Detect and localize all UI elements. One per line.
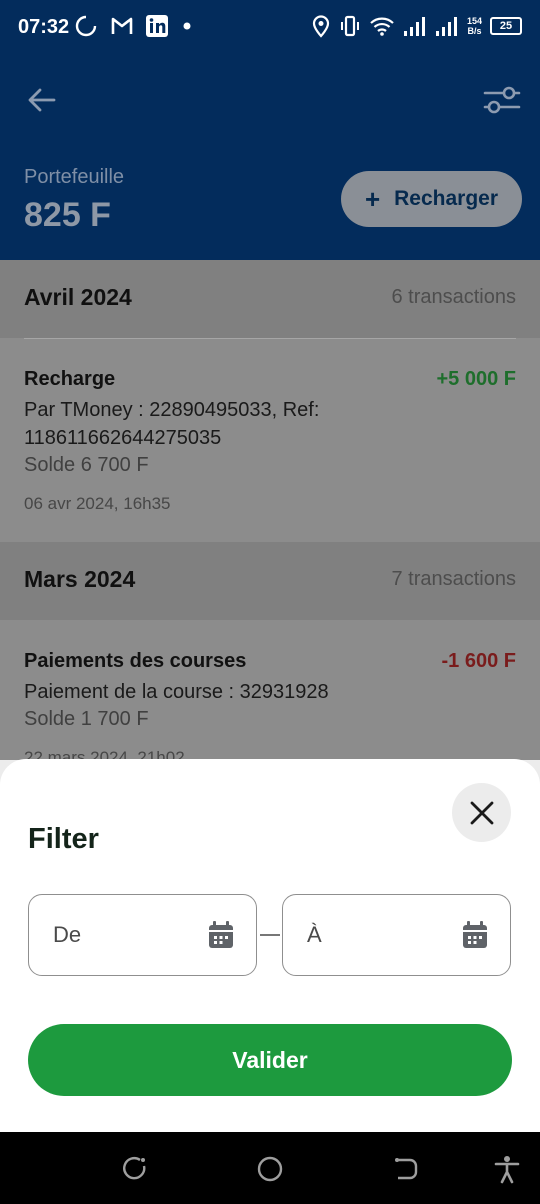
system-nav-bar: [0, 1132, 540, 1204]
transaction-date: 06 avr 2024, 16h35: [24, 494, 171, 513]
wifi-icon: [370, 17, 394, 36]
date-to-field[interactable]: À: [282, 894, 511, 976]
linkedin-icon: [146, 15, 168, 37]
month-title: Mars 2024: [24, 566, 136, 592]
location-icon: [312, 15, 330, 38]
divider: [24, 338, 516, 339]
back-nav-icon[interactable]: [390, 1154, 420, 1184]
filter-sheet: Filter De À Valider: [0, 759, 540, 1132]
status-icons-left: [74, 14, 194, 38]
transaction-description: Par TMoney : 22890495033, Ref: 118611662…: [24, 399, 320, 449]
date-range-separator: [260, 934, 280, 936]
status-icons-right: 154 B/s 25: [311, 14, 522, 38]
gmail-icon: [111, 17, 133, 34]
recharge-button-label: Recharger: [394, 187, 499, 210]
transactions-list: Avril 2024 6 transactions Recharge +5 00…: [0, 260, 540, 760]
plus-icon: +: [364, 184, 381, 214]
transaction-balance: Solde 1 700 F: [24, 708, 149, 730]
wallet-balance: 825 F: [24, 196, 111, 234]
battery-level: 25: [499, 20, 513, 32]
validate-button[interactable]: Valider: [28, 1024, 512, 1096]
signal-icon: [435, 17, 457, 36]
arrow-left-icon: [28, 88, 56, 112]
filter-button[interactable]: [482, 82, 522, 118]
date-from-field[interactable]: De: [28, 894, 257, 976]
month-transaction-count: 6 transactions: [391, 286, 516, 308]
sliders-icon: [483, 86, 521, 114]
close-button[interactable]: [452, 783, 511, 842]
close-icon: [470, 801, 493, 824]
app-header: Portefeuille 825 F + Recharger: [0, 56, 540, 260]
status-time: 07:32: [18, 16, 70, 38]
transaction-item[interactable]: Paiements des courses -1 600 F Paiement …: [0, 650, 540, 760]
month-header: Mars 2024 7 transactions: [0, 542, 540, 620]
month-header: Avril 2024 6 transactions: [0, 260, 540, 338]
transaction-balance: Solde 6 700 F: [24, 454, 149, 476]
back-button[interactable]: [24, 82, 60, 118]
month-transaction-count: 7 transactions: [391, 568, 516, 590]
wallet-label: Portefeuille: [24, 166, 125, 188]
net-speed-unit: B/s: [467, 26, 482, 36]
battery-icon: 25: [490, 17, 522, 35]
transaction-amount: -1 600 F: [441, 650, 516, 672]
filter-title: Filter: [28, 823, 99, 855]
month-title: Avril 2024: [24, 284, 132, 310]
date-to-placeholder: À: [307, 922, 322, 947]
transaction-description: Paiement de la course : 32931928: [24, 681, 329, 703]
calendar-icon: [463, 921, 487, 948]
vibrate-icon: [340, 15, 359, 37]
date-from-placeholder: De: [53, 922, 82, 947]
dot-icon: [183, 22, 191, 30]
transaction-title: Recharge: [24, 368, 116, 390]
accessibility-icon[interactable]: [492, 1154, 522, 1184]
transaction-title: Paiements des courses: [24, 650, 247, 672]
transaction-item[interactable]: Recharge +5 000 F Par TMoney : 228904950…: [0, 368, 540, 538]
recent-apps-icon[interactable]: [120, 1154, 150, 1184]
sync-icon: [75, 15, 97, 37]
transaction-amount: +5 000 F: [436, 368, 516, 390]
signal-icon: [403, 17, 425, 36]
net-speed-value: 154: [466, 16, 482, 26]
calendar-icon: [209, 921, 233, 948]
status-bar: 07:32 154 B/s 25: [0, 0, 540, 56]
home-icon[interactable]: [255, 1154, 285, 1184]
net-speed: 154 B/s: [467, 16, 482, 36]
recharge-button[interactable]: + Recharger: [341, 171, 522, 227]
